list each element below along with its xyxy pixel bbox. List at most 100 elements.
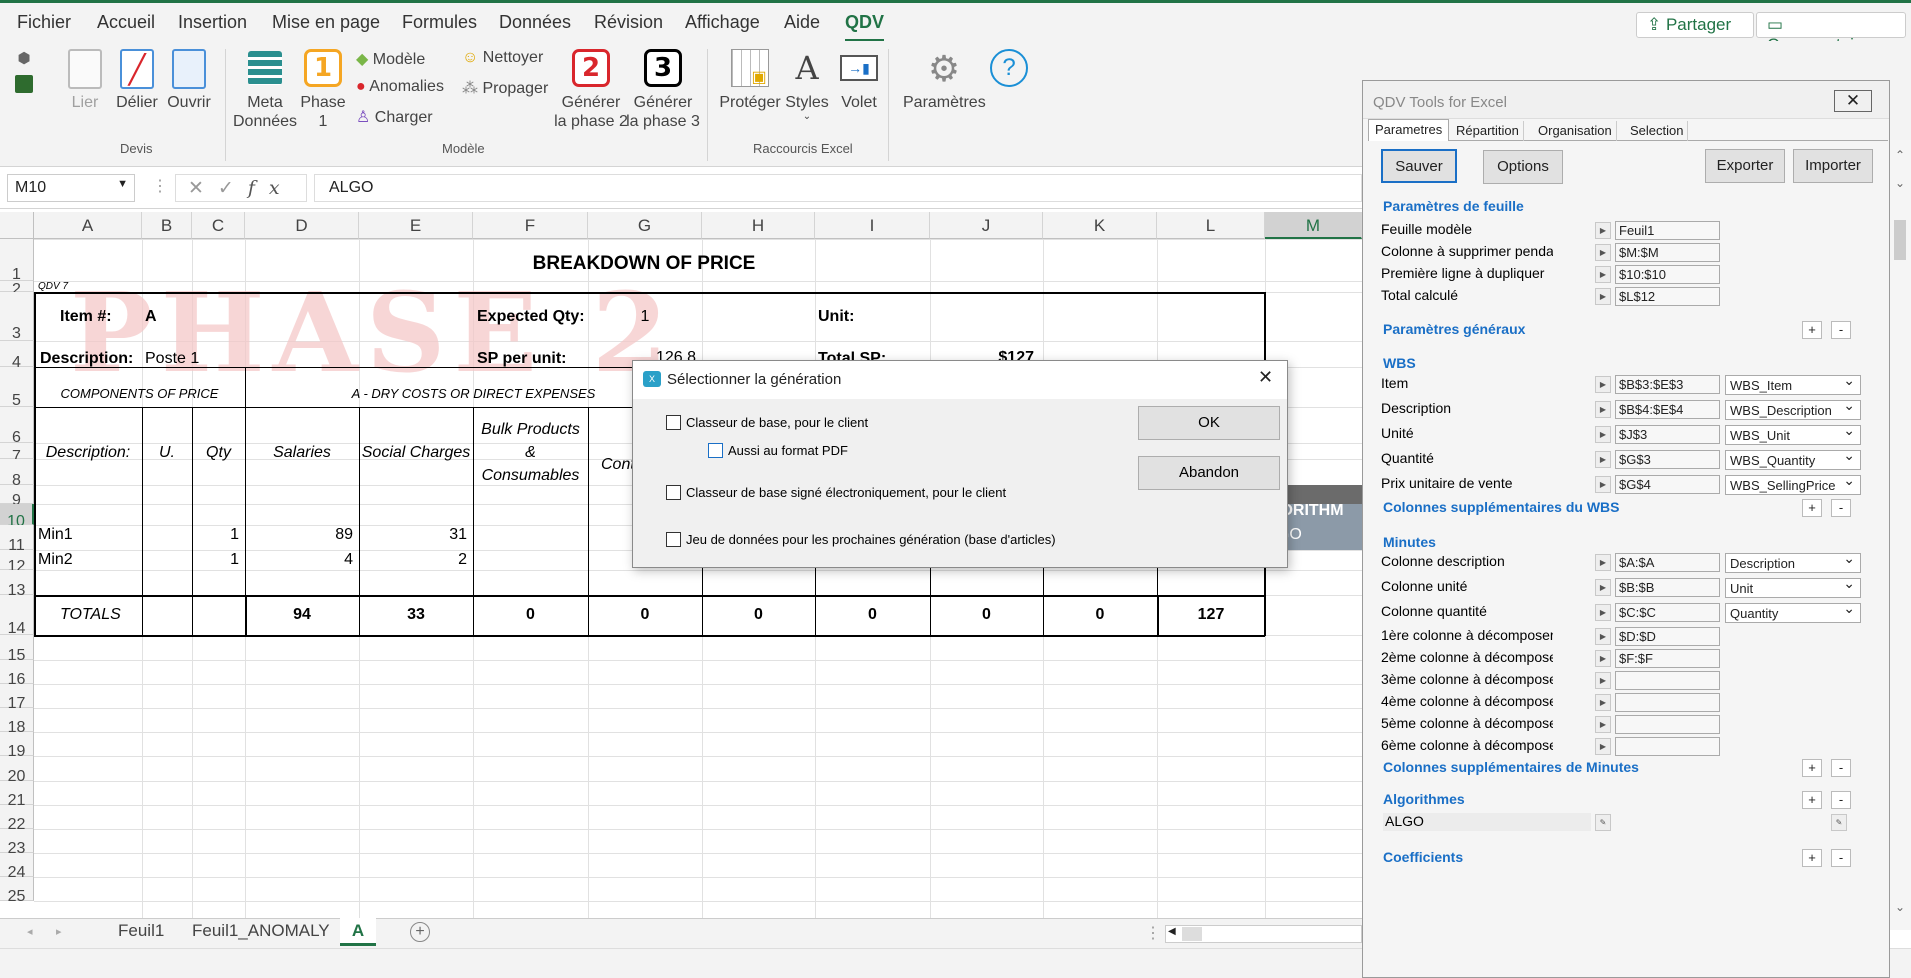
arrow-icon[interactable]: ▶: [1595, 476, 1611, 493]
minutes-row-dropdown[interactable]: Description: [1725, 550, 1861, 573]
tab-accueil[interactable]: Accueil: [97, 12, 155, 33]
wbs-row-field[interactable]: $B$3:$E$3: [1615, 375, 1720, 394]
arrow-icon[interactable]: ▶: [1595, 604, 1611, 621]
row-header[interactable]: 16: [0, 660, 34, 688]
tab-insertion[interactable]: Insertion: [178, 12, 247, 33]
column-header[interactable]: F: [473, 212, 588, 239]
wbs-row-dropdown[interactable]: WBS_SellingPrice: [1725, 472, 1861, 495]
add-sheet-icon[interactable]: +: [410, 922, 430, 942]
minutes-extra-remove-button[interactable]: -: [1831, 759, 1851, 777]
wbs-extra-add-button[interactable]: +: [1802, 499, 1822, 517]
chevron-down-icon[interactable]: ⌄: [1895, 176, 1905, 190]
export-button[interactable]: Exporter: [1705, 149, 1785, 183]
tab-repartition[interactable]: Répartition: [1452, 121, 1524, 141]
option1-checkbox[interactable]: [666, 415, 681, 430]
arrow-icon[interactable]: ▶: [1595, 426, 1611, 443]
tab-qdv[interactable]: QDV: [845, 12, 885, 42]
propager-button[interactable]: ⁂ Propager: [462, 78, 548, 98]
styles-button[interactable]: Styles ⌄: [782, 93, 832, 122]
cube-icon[interactable]: ⬢: [15, 49, 33, 67]
row-header[interactable]: 17: [0, 684, 34, 712]
splitter-icon[interactable]: ⋮: [1145, 923, 1161, 943]
anomalies-button[interactable]: ● Anomalies: [356, 78, 444, 96]
charger-button[interactable]: ♙ Charger: [356, 107, 433, 127]
algorithmes-add-button[interactable]: +: [1802, 791, 1822, 809]
tab-fichier[interactable]: Fichier: [17, 12, 71, 33]
parametres-button[interactable]: Paramètres: [903, 93, 986, 112]
row-header[interactable]: 13: [0, 570, 34, 599]
tab-selection[interactable]: Selection: [1626, 121, 1689, 141]
algorithmes-remove-button[interactable]: -: [1831, 791, 1851, 809]
help-icon[interactable]: ?: [990, 49, 1028, 87]
generaux-remove-button[interactable]: -: [1831, 321, 1851, 339]
row-header[interactable]: 10: [0, 504, 34, 530]
tab-parametres[interactable]: Parametres: [1368, 119, 1450, 141]
wbs-row-field[interactable]: $B$4:$E$4: [1615, 400, 1720, 419]
decomp-row-field[interactable]: $F:$F: [1615, 649, 1720, 668]
row-header[interactable]: 19: [0, 732, 34, 760]
lier-button[interactable]: Lier: [62, 93, 108, 112]
function-icon[interactable]: fx: [248, 177, 294, 199]
arrow-icon[interactable]: ▶: [1595, 738, 1611, 755]
wbs-extra-remove-button[interactable]: -: [1831, 499, 1851, 517]
feuille-row-field[interactable]: Feuil1: [1615, 221, 1720, 240]
sheet-tab-feuil1-anomaly[interactable]: Feuil1_ANOMALY: [192, 921, 330, 941]
volet-button[interactable]: Volet: [834, 93, 884, 112]
arrow-icon[interactable]: ▶: [1595, 716, 1611, 733]
column-header[interactable]: D: [245, 212, 359, 239]
tab-formules[interactable]: Formules: [402, 12, 477, 33]
pdf-checkbox[interactable]: [708, 443, 723, 458]
arrow-icon[interactable]: ▶: [1595, 401, 1611, 418]
wbs-row-dropdown[interactable]: WBS_Item: [1725, 372, 1861, 395]
edit-icon[interactable]: ✎: [1831, 814, 1847, 831]
chevron-down-icon[interactable]: ⌄: [1895, 900, 1905, 914]
minutes-row-field[interactable]: $B:$B: [1615, 578, 1720, 597]
nettoyer-button[interactable]: ☺ Nettoyer: [462, 49, 543, 67]
cancel-button[interactable]: Abandon: [1138, 456, 1280, 490]
tab-affichage[interactable]: Affichage: [685, 12, 760, 33]
tab-organisation[interactable]: Organisation: [1534, 121, 1617, 141]
minutes-row-dropdown[interactable]: Unit: [1725, 575, 1861, 598]
sheet-icon[interactable]: [15, 75, 33, 93]
scroll-left-icon[interactable]: ◀: [1168, 926, 1176, 937]
column-header[interactable]: L: [1157, 212, 1265, 239]
wbs-row-dropdown[interactable]: WBS_Quantity: [1725, 447, 1861, 470]
column-header[interactable]: A: [34, 212, 142, 239]
wbs-row-dropdown[interactable]: WBS_Unit: [1725, 422, 1861, 445]
chevron-up-icon[interactable]: ⌃: [1895, 148, 1905, 162]
sheet-tab-feuil1[interactable]: Feuil1: [118, 921, 164, 941]
scroll-left-icon[interactable]: ◂: [27, 925, 33, 938]
modele-button[interactable]: ◆ Modèle: [356, 49, 425, 69]
column-header[interactable]: E: [359, 212, 473, 239]
decomp-row-field[interactable]: [1615, 693, 1720, 712]
close-icon[interactable]: ✕: [1834, 90, 1872, 112]
row-header[interactable]: 24: [0, 853, 34, 881]
horizontal-scrollbar[interactable]: ◀: [1165, 925, 1362, 943]
arrow-icon[interactable]: ▶: [1595, 266, 1611, 283]
feuille-row-field[interactable]: $L$12: [1615, 287, 1720, 306]
arrow-icon[interactable]: ▶: [1595, 579, 1611, 596]
column-header[interactable]: G: [588, 212, 702, 239]
delier-button[interactable]: Délier: [113, 93, 161, 112]
generer-phase3-button[interactable]: Générer la phase 3: [622, 93, 704, 131]
options-button[interactable]: Options: [1483, 150, 1563, 184]
row-header[interactable]: 21: [0, 781, 34, 809]
cancel-icon[interactable]: ✕: [188, 178, 218, 199]
arrow-icon[interactable]: ▶: [1595, 650, 1611, 667]
comments-button[interactable]: ▭ Commentaires: [1756, 12, 1906, 54]
row-header[interactable]: 11: [0, 525, 34, 554]
name-box[interactable]: M10 ▼: [7, 174, 135, 202]
wbs-row-field[interactable]: $J$3: [1615, 425, 1720, 444]
wbs-row-field[interactable]: $G$3: [1615, 450, 1720, 469]
confirm-icon[interactable]: ✓: [218, 178, 248, 199]
meta-donnees-button[interactable]: Meta Données: [233, 93, 297, 131]
arrow-icon[interactable]: ▶: [1595, 288, 1611, 305]
feuille-row-field[interactable]: $M:$M: [1615, 243, 1720, 262]
row-header[interactable]: 22: [0, 805, 34, 833]
minutes-row-field[interactable]: $A:$A: [1615, 553, 1720, 572]
row-header[interactable]: 20: [0, 756, 34, 785]
row-header[interactable]: 23: [0, 829, 34, 857]
row-header[interactable]: 5: [0, 367, 34, 409]
scroll-right-icon[interactable]: ▸: [56, 925, 62, 938]
row-header[interactable]: 9: [0, 485, 34, 509]
